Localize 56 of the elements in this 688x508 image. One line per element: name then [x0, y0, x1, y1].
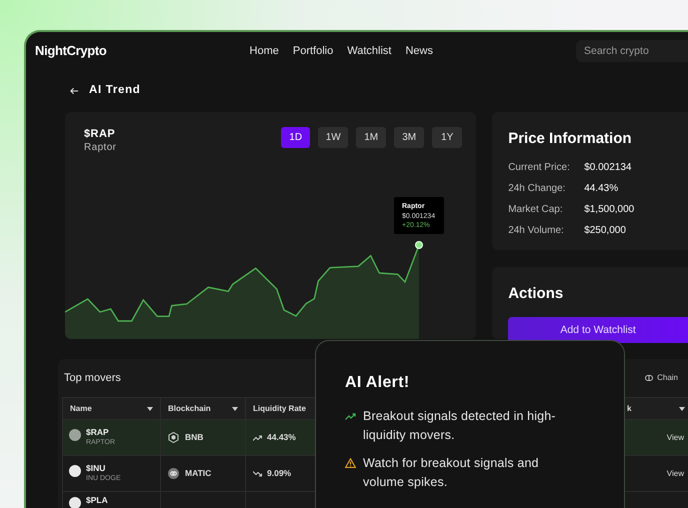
- alert-message: Breakout signals detected in high-liquidity movers.: [363, 408, 557, 444]
- nav-link[interactable]: News: [405, 42, 433, 60]
- section-title: Top movers: [64, 370, 121, 386]
- caret-icon: [232, 406, 238, 410]
- coin-name: Raptor: [84, 141, 116, 155]
- caret-icon: [147, 406, 153, 410]
- page-title: AI Trend: [89, 83, 141, 98]
- warning-icon: [345, 458, 356, 468]
- time-range-tab[interactable]: 1Y: [432, 127, 462, 148]
- nav-link[interactable]: Portfolio: [292, 42, 334, 60]
- data-point-marker: [415, 241, 423, 249]
- chain-name: BNB: [185, 431, 204, 444]
- nav-link[interactable]: Home: [250, 42, 279, 60]
- coin-avatar-icon: [69, 465, 81, 477]
- coin-avatar-icon: [69, 497, 81, 508]
- coin-symbol: $PLA: [86, 495, 108, 505]
- column-header[interactable]: Name: [62, 398, 160, 420]
- chain-icon: [645, 375, 654, 381]
- info-label: 24h Volume:: [508, 224, 565, 238]
- coin-symbol: $RAP: [86, 427, 110, 437]
- time-range-tab[interactable]: 1W: [318, 127, 348, 148]
- info-label: Market Cap:: [508, 202, 564, 216]
- info-value: $250,000: [584, 224, 626, 238]
- back-arrow-icon[interactable]: [70, 87, 79, 95]
- coin-ticker: $RAP: [84, 127, 116, 141]
- card-title: Actions: [508, 284, 564, 304]
- brand-logo[interactable]: NightCrypto: [35, 41, 107, 61]
- trend-down-icon: [253, 470, 262, 476]
- nav-link[interactable]: Watchlist: [347, 42, 392, 60]
- add-to-watchlist-button[interactable]: Add to Watchlist: [508, 317, 688, 344]
- coin-avatar-icon: [69, 429, 81, 441]
- liquidity-rate: 9.09%: [267, 467, 292, 480]
- trend-up-icon: [253, 434, 262, 440]
- alert-title: AI Alert!: [345, 373, 411, 393]
- chain-filter[interactable]: Chain: [645, 372, 678, 384]
- liquidity-rate: 44.43%: [267, 431, 296, 444]
- search-field[interactable]: Search crypto: [576, 40, 688, 62]
- blockchain-icon: [168, 432, 179, 443]
- info-value: 44.43%: [584, 182, 618, 196]
- time-range-tab[interactable]: 1D: [281, 127, 310, 148]
- chain-name: MATIC: [185, 467, 212, 480]
- info-value: $1,500,000: [584, 202, 634, 216]
- caret-icon: [679, 406, 685, 410]
- time-range-tab[interactable]: 1M: [356, 127, 386, 148]
- time-range-tab[interactable]: 3M: [394, 127, 424, 148]
- coin-symbol: $INU: [86, 463, 106, 473]
- info-value: $0.002134: [584, 160, 632, 174]
- view-link[interactable]: View: [666, 432, 684, 442]
- alert-message: Watch for breakout signals and volume spikes.: [363, 455, 540, 491]
- blockchain-icon: [168, 468, 179, 479]
- view-link[interactable]: View: [666, 468, 684, 478]
- trend-up-icon: [345, 413, 356, 420]
- card-title: Price Information: [508, 129, 633, 149]
- column-header[interactable]: Blockchain: [160, 398, 246, 420]
- info-label: Current Price:: [508, 160, 571, 174]
- info-label: 24h Change:: [508, 182, 566, 196]
